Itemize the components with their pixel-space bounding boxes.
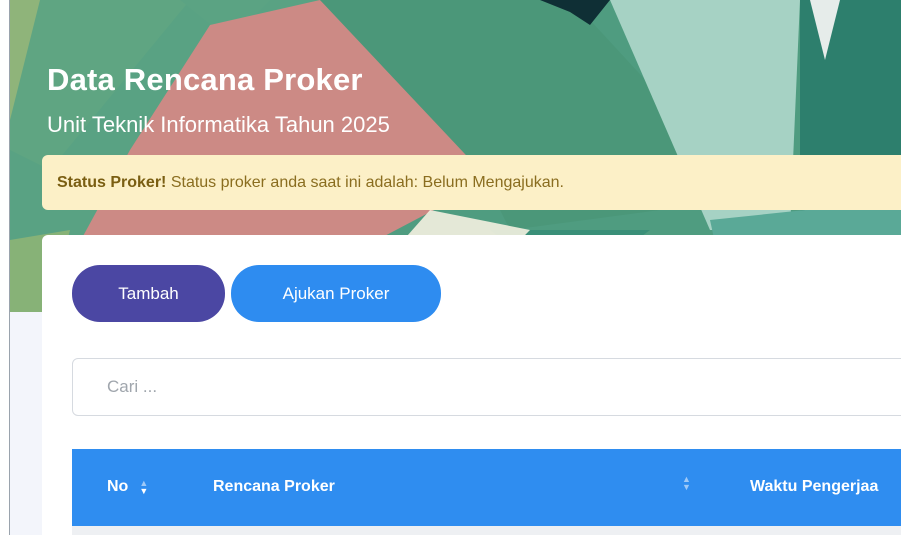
column-header-rencana-proker[interactable]: Rencana Proker — [213, 478, 335, 496]
alert-label: Status Proker! — [57, 174, 167, 191]
sort-icon[interactable]: ▲ ▼ — [139, 479, 148, 496]
table-header: No ▲ ▼ Rencana Proker ▲ ▼ Waktu Pengerjaa — [72, 449, 901, 526]
column-header-no[interactable]: No ▲ ▼ — [107, 478, 148, 496]
status-alert: Status Proker! Status proker anda saat i… — [42, 155, 901, 210]
column-label-no: No — [107, 478, 129, 495]
content-card: Tambah Ajukan Proker No ▲▼ Rencana Proke… — [42, 235, 901, 535]
app-frame: Data Rencana Proker Unit Teknik Informat… — [0, 0, 901, 535]
search-input[interactable] — [72, 358, 901, 416]
add-button[interactable]: Tambah — [72, 265, 225, 322]
submit-proker-button[interactable]: Ajukan Proker — [231, 265, 441, 322]
table-row — [72, 526, 901, 535]
page-title: Data Rencana Proker — [47, 62, 363, 97]
sort-icon[interactable]: ▲ ▼ — [682, 475, 691, 492]
column-label-waktu-pengerjaan: Waktu Pengerjaa — [750, 478, 879, 495]
column-header-waktu-pengerjaan[interactable]: Waktu Pengerjaa — [750, 478, 878, 496]
alert-message: Status proker anda saat ini adalah: Belu… — [166, 174, 564, 191]
window-edge — [0, 0, 10, 535]
column-label-rencana-proker: Rencana Proker — [213, 478, 335, 495]
page-subtitle: Unit Teknik Informatika Tahun 2025 — [47, 112, 390, 137]
